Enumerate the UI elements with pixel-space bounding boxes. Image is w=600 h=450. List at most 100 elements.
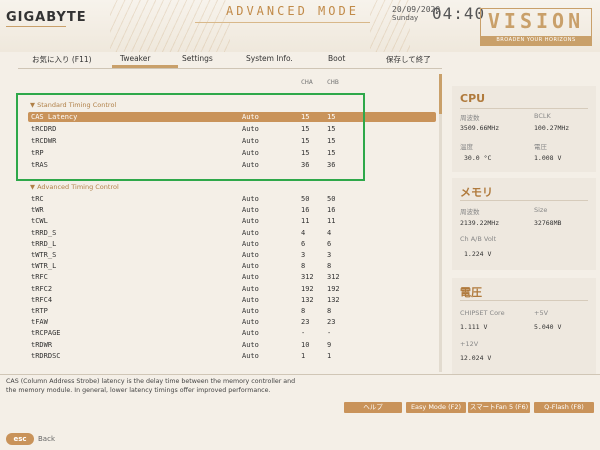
timing-cha: 132 (301, 295, 314, 304)
plus5v-label: +5V (534, 309, 549, 317)
timing-name: tRTP (31, 307, 48, 315)
timing-mode: Auto (242, 307, 259, 315)
timing-chb: 16 (327, 206, 336, 215)
column-header-cha: CHA (301, 78, 313, 86)
timing-cha: 16 (301, 206, 310, 215)
scrollbar[interactable] (439, 74, 442, 372)
timing-name: tFAW (31, 318, 48, 327)
timing-name: tRFC (31, 273, 48, 282)
timing-name: tRDRDSC (31, 351, 61, 360)
timing-chb: 312 (327, 273, 340, 282)
timing-mode: Auto (242, 351, 259, 360)
timing-row[interactable]: tRFC4 Auto 132 132 (28, 295, 436, 305)
day-text: Sunday (392, 14, 419, 22)
timing-chb: 3 (327, 251, 332, 259)
timing-cha: 192 (301, 284, 314, 293)
timing-name: tRFC4 (31, 295, 53, 304)
timing-chb: 4 (327, 228, 332, 237)
memory-freq-value: 2139.22MHz (460, 219, 500, 227)
timing-mode: Auto (242, 228, 259, 237)
logo-underline (6, 26, 66, 27)
timing-row[interactable]: tRRD_L Auto 6 6 (28, 239, 436, 249)
timing-chb: 11 (327, 217, 336, 226)
timing-cha: 1 (301, 351, 306, 360)
timing-mode: Auto (242, 206, 259, 215)
tab-favorites[interactable]: お気に入り (F11) (32, 54, 92, 65)
memory-title: メモリ (460, 186, 493, 199)
timing-row[interactable]: tRDRDSC Auto 1 1 (28, 351, 436, 361)
memory-size-label: Size (534, 206, 548, 214)
header-decoration (110, 0, 230, 52)
timing-mode: Auto (242, 318, 259, 327)
tab-system-info[interactable]: System Info. (246, 54, 293, 63)
timing-name: tWR (31, 206, 44, 215)
timing-row[interactable]: tRTP Auto 8 8 (28, 306, 436, 316)
tab-save-exit[interactable]: 保存して終了 (386, 54, 431, 65)
timing-chb: 23 (327, 318, 336, 327)
cpu-bclk-value: 100.27MHz (534, 124, 570, 132)
timing-mode: Auto (242, 284, 259, 293)
timing-chb: 132 (327, 295, 340, 304)
timing-row[interactable]: tRDWR Auto 10 9 (28, 340, 436, 350)
vision-title: VISION (487, 9, 585, 33)
chipset-value: 1.111 V (460, 323, 488, 331)
timing-cha: 10 (301, 340, 310, 349)
cpu-block: CPU 周波数 BCLK 3509.66MHz 100.27MHz 温度 電圧 … (452, 86, 596, 172)
timing-row[interactable]: tRFC2 Auto 192 192 (28, 284, 436, 294)
plus12v-value: 12.024 V (460, 354, 492, 362)
tab-tweaker[interactable]: Tweaker (120, 54, 150, 63)
timing-row[interactable]: tFAW Auto 23 23 (28, 317, 436, 327)
cpu-volt-value: 1.008 V (534, 154, 562, 162)
gigabyte-logo: GIGABYTE (6, 10, 87, 25)
timing-row[interactable]: tCWL Auto 11 11 (28, 216, 436, 226)
cpu-temp-label: 温度 (460, 143, 473, 151)
timing-chb: 50 (327, 195, 336, 203)
vision-subtitle: BROADEN YOUR HORIZONS (481, 36, 591, 45)
timing-row[interactable]: tWR Auto 16 16 (28, 205, 436, 215)
voltage-title: 電圧 (460, 286, 482, 299)
section-advanced-timing[interactable]: ▼ Advanced Timing Control (30, 183, 119, 191)
timing-cha: 11 (301, 217, 310, 226)
timing-row[interactable]: tRFC Auto 312 312 (28, 272, 436, 282)
timing-row[interactable]: tWTR_S Auto 3 3 (28, 250, 436, 260)
clock-time: 04:40 (432, 4, 486, 23)
timing-mode: Auto (242, 329, 259, 338)
timing-row[interactable]: tWTR_L Auto 8 8 (28, 261, 436, 271)
esc-badge[interactable]: esc (6, 433, 34, 445)
scrollbar-thumb[interactable] (439, 74, 442, 114)
timing-cha: 23 (301, 318, 310, 327)
mode-underline (195, 22, 370, 23)
help-button[interactable]: ヘルプ (344, 402, 402, 413)
divider (460, 108, 588, 109)
timing-chb: 9 (327, 340, 332, 349)
tab-boot[interactable]: Boot (328, 54, 345, 63)
timing-cha: 8 (301, 307, 306, 315)
cpu-volt-label: 電圧 (534, 143, 547, 151)
timing-row[interactable]: tRRD_S Auto 4 4 (28, 228, 436, 238)
timing-chb: 192 (327, 284, 340, 293)
tabs-divider (18, 68, 442, 69)
cpu-bclk-label: BCLK (534, 112, 551, 120)
timing-name: tRRD_S (31, 228, 57, 237)
smart-fan-button[interactable]: スマートFan 5 (F6) (468, 402, 530, 413)
timing-name: tWTR_L (31, 262, 57, 271)
voltage-block: 電圧 CHIPSET Core +5V 1.111 V 5.040 V +12V… (452, 278, 596, 374)
help-description: CAS (Column Address Strobe) latency is t… (6, 378, 296, 394)
timing-mode: Auto (242, 273, 259, 282)
timing-cha: 6 (301, 239, 306, 248)
timing-chb: 6 (327, 239, 332, 248)
timing-name: tCWL (31, 217, 48, 226)
timing-chb: 8 (327, 307, 332, 315)
memory-volt-value: 1.224 V (464, 250, 492, 258)
timing-row[interactable]: tRC Auto 50 50 (28, 194, 436, 204)
timing-name: tRFC2 (31, 284, 53, 293)
tab-settings[interactable]: Settings (182, 54, 213, 63)
q-flash-button[interactable]: Q-Flash (F8) (534, 402, 594, 413)
timing-mode: Auto (242, 340, 259, 349)
easy-mode-button[interactable]: Easy Mode (F2) (406, 402, 466, 413)
timing-name: tRRD_L (31, 239, 57, 248)
timing-mode: Auto (242, 262, 259, 271)
cpu-title: CPU (460, 92, 486, 105)
timing-row[interactable]: tRCPAGE Auto - - (28, 328, 436, 338)
plus12v-label: +12V (460, 340, 479, 348)
